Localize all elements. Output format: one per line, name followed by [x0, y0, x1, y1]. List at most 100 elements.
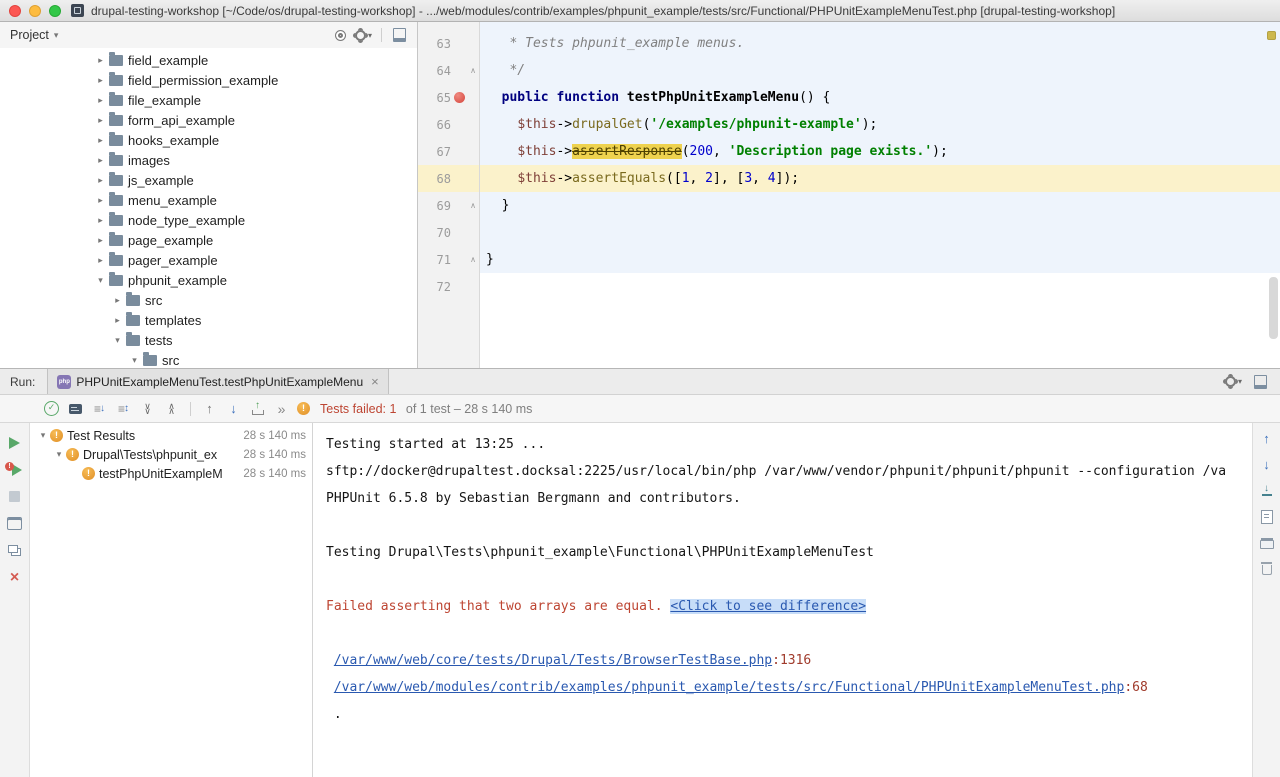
- gear-icon[interactable]: [354, 26, 373, 45]
- test-tree-item[interactable]: ▾!Test Results28 s 140 ms: [30, 426, 312, 445]
- import-tests-icon[interactable]: [248, 399, 267, 418]
- show-ignored-icon[interactable]: [66, 399, 85, 418]
- console-link[interactable]: <Click to see difference>: [670, 599, 866, 614]
- folder-icon: [109, 275, 123, 286]
- project-item-hooks_example[interactable]: ▸hooks_example: [0, 130, 417, 150]
- project-tool-label[interactable]: Project: [10, 28, 49, 42]
- hide-panel-icon[interactable]: [390, 26, 409, 45]
- chevron-right-icon[interactable]: ▸: [111, 315, 124, 326]
- project-item-images[interactable]: ▸images: [0, 150, 417, 170]
- project-item-menu_example[interactable]: ▸menu_example: [0, 190, 417, 210]
- chevron-right-icon[interactable]: ▸: [94, 155, 107, 166]
- chevron-right-icon[interactable]: ▸: [94, 135, 107, 146]
- editor-line-71[interactable]: 71∧}: [418, 246, 1280, 273]
- previous-failed-icon[interactable]: [200, 399, 219, 418]
- run-tab[interactable]: php PHPUnitExampleMenuTest.testPhpUnitEx…: [47, 369, 388, 394]
- test-tree-item[interactable]: ▾!Drupal\Tests\phpunit_ex28 s 140 ms: [30, 445, 312, 464]
- editor-line-67[interactable]: 67 $this->assertResponse(200, 'Descripti…: [418, 138, 1280, 165]
- editor-line-68[interactable]: 68 $this->assertEquals([1, 2], [3, 4]);: [418, 165, 1280, 192]
- chevron-right-icon[interactable]: ▸: [94, 195, 107, 206]
- editor-filler: [418, 300, 1280, 368]
- console-link[interactable]: /var/www/web/core/tests/Drupal/Tests/Bro…: [334, 653, 772, 668]
- chevron-down-icon[interactable]: ▾: [128, 355, 141, 366]
- editor-lines[interactable]: 63 * Tests phpunit_example menus.64∧ */6…: [418, 22, 1280, 368]
- restore-layout-icon[interactable]: [5, 514, 24, 533]
- stop-icon[interactable]: [5, 487, 24, 506]
- editor-scrollbar[interactable]: [1269, 277, 1278, 339]
- console-output[interactable]: Testing started at 13:25 ...sftp://docke…: [313, 423, 1252, 777]
- down-stack-trace-icon[interactable]: [1257, 455, 1276, 474]
- editor-line-65[interactable]: 65 public function testPhpUnitExampleMen…: [418, 84, 1280, 111]
- test-failed-gutter-icon[interactable]: [454, 92, 465, 103]
- editor-line-66[interactable]: 66 $this->drupalGet('/examples/phpunit-e…: [418, 111, 1280, 138]
- editor[interactable]: 63 * Tests phpunit_example menus.64∧ */6…: [418, 22, 1280, 368]
- project-item-field_permission_example[interactable]: ▸field_permission_example: [0, 70, 417, 90]
- chevron-right-icon[interactable]: ▸: [94, 255, 107, 266]
- project-item-file_example[interactable]: ▸file_example: [0, 90, 417, 110]
- editor-line-64[interactable]: 64∧ */: [418, 57, 1280, 84]
- scroll-from-source-icon[interactable]: [331, 26, 350, 45]
- scroll-to-end-icon[interactable]: [1257, 481, 1276, 500]
- window-close-button[interactable]: [9, 5, 21, 17]
- more-icon[interactable]: [272, 399, 291, 418]
- print-icon[interactable]: [1257, 533, 1276, 552]
- fold-marker-icon[interactable]: ∧: [470, 202, 476, 210]
- project-item-page_example[interactable]: ▸page_example: [0, 230, 417, 250]
- window-minimize-button[interactable]: [29, 5, 41, 17]
- collapse-all-icon[interactable]: [162, 399, 181, 418]
- project-item-form_api_example[interactable]: ▸form_api_example: [0, 110, 417, 130]
- sort-by-duration-icon[interactable]: [90, 399, 109, 418]
- chevron-right-icon[interactable]: ▸: [94, 95, 107, 106]
- clear-all-icon[interactable]: [1257, 559, 1276, 578]
- window-zoom-button[interactable]: [49, 5, 61, 17]
- editor-line-70[interactable]: 70: [418, 219, 1280, 246]
- project-item-js_example[interactable]: ▸js_example: [0, 170, 417, 190]
- close-icon[interactable]: [5, 568, 24, 587]
- show-passed-icon[interactable]: [42, 399, 61, 418]
- chevron-down-icon[interactable]: ▾: [36, 430, 50, 441]
- separator: [381, 28, 382, 42]
- test-tree-item[interactable]: !testPhpUnitExampleM28 s 140 ms: [30, 464, 312, 483]
- inspection-indicator[interactable]: [1267, 31, 1276, 40]
- editor-line-72[interactable]: 72: [418, 273, 1280, 300]
- editor-line-63[interactable]: 63 * Tests phpunit_example menus.: [418, 30, 1280, 57]
- fold-marker-icon[interactable]: ∧: [470, 256, 476, 264]
- chevron-right-icon[interactable]: ▸: [94, 175, 107, 186]
- chevron-down-icon[interactable]: ▾: [52, 449, 66, 460]
- chevron-right-icon[interactable]: ▸: [94, 55, 107, 66]
- chevron-right-icon[interactable]: ▸: [94, 115, 107, 126]
- project-item-pager_example[interactable]: ▸pager_example: [0, 250, 417, 270]
- chevron-right-icon[interactable]: ▸: [94, 235, 107, 246]
- rerun-tests-icon[interactable]: [5, 433, 24, 452]
- float-window-icon[interactable]: [5, 541, 24, 560]
- project-tree[interactable]: ▸field_example▸field_permission_example▸…: [0, 48, 417, 368]
- project-item-src[interactable]: ▸src: [0, 290, 417, 310]
- editor-gutter: 71∧: [418, 246, 480, 273]
- project-item-field_example[interactable]: ▸field_example: [0, 50, 417, 70]
- chevron-down-icon[interactable]: ▾: [54, 30, 59, 41]
- open-in-editor-icon[interactable]: [1257, 507, 1276, 526]
- rerun-failed-tests-icon[interactable]: [5, 460, 24, 479]
- chevron-right-icon[interactable]: ▸: [94, 215, 107, 226]
- sort-alphabetically-icon[interactable]: [114, 399, 133, 418]
- project-item-templates[interactable]: ▸templates: [0, 310, 417, 330]
- project-item-phpunit_example[interactable]: ▾phpunit_example: [0, 270, 417, 290]
- chevron-down-icon[interactable]: ▾: [111, 335, 124, 346]
- project-item-node_type_example[interactable]: ▸node_type_example: [0, 210, 417, 230]
- chevron-down-icon[interactable]: ▾: [94, 275, 107, 286]
- project-item-src[interactable]: ▾src: [0, 350, 417, 368]
- test-results-tree[interactable]: ▾!Test Results28 s 140 ms▾!Drupal\Tests\…: [30, 423, 313, 777]
- expand-all-icon[interactable]: [138, 399, 157, 418]
- fold-marker-icon[interactable]: ∧: [470, 67, 476, 75]
- up-stack-trace-icon[interactable]: [1257, 429, 1276, 448]
- hide-panel-icon[interactable]: [1251, 372, 1270, 391]
- close-tab-icon[interactable]: ×: [371, 374, 379, 389]
- next-failed-icon[interactable]: [224, 399, 243, 418]
- editor-line-69[interactable]: 69∧ }: [418, 192, 1280, 219]
- chevron-right-icon[interactable]: ▸: [111, 295, 124, 306]
- chevron-right-icon[interactable]: ▸: [94, 75, 107, 86]
- gear-icon[interactable]: [1224, 372, 1243, 391]
- console-line: .: [326, 701, 1252, 728]
- console-link[interactable]: /var/www/web/modules/contrib/examples/ph…: [334, 680, 1125, 695]
- project-item-tests[interactable]: ▾tests: [0, 330, 417, 350]
